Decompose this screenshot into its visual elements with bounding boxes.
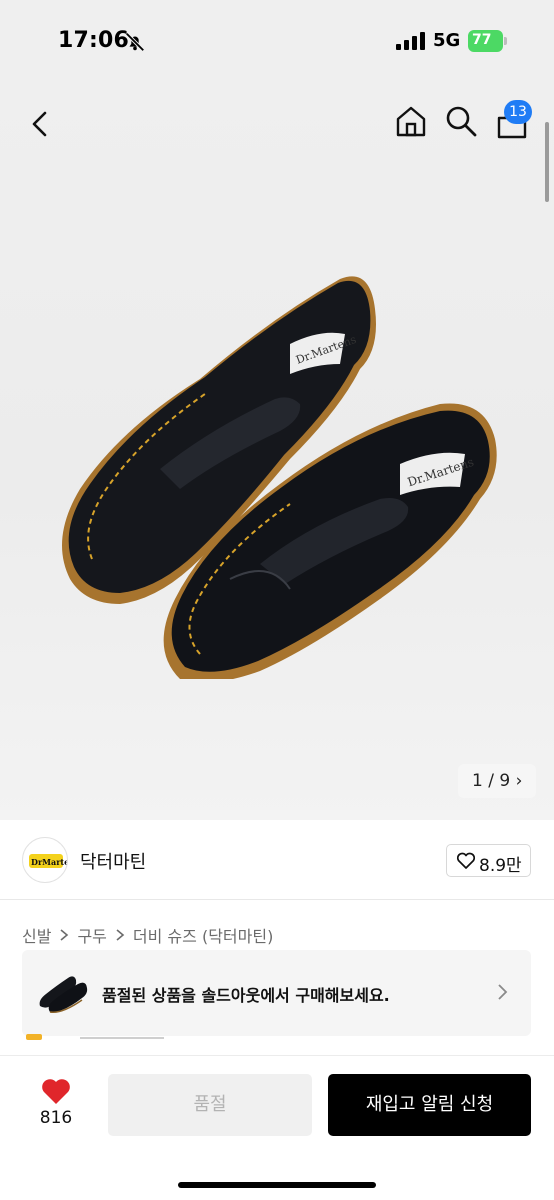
breadcrumb-item[interactable]: 구두 — [77, 923, 106, 947]
battery-level: 77 — [472, 32, 492, 48]
cart-count-badge: 13 — [504, 100, 532, 124]
soldout-banner[interactable]: 품절된 상품을 솔드아웃에서 구매해보세요. — [22, 950, 531, 1036]
bottom-action-bar: 816 품절 재입고 알림 신청 — [0, 1055, 554, 1200]
soldout-button[interactable]: 품절 — [108, 1074, 312, 1136]
brand-like-count: 8.9만 — [479, 856, 522, 876]
brand-logo[interactable]: DrMartens — [22, 837, 68, 883]
brand-row[interactable]: DrMartens 닥터마틴 8.9만 — [0, 820, 554, 900]
product-image-gallery[interactable]: 13 Dr.Martens Dr.Martens 1 / 9 › — [0, 84, 554, 820]
back-arrow-icon[interactable] — [24, 108, 56, 140]
wish-count: 816 — [39, 1108, 73, 1128]
breadcrumb-item[interactable]: 더비 슈즈 (닥터마틴) — [133, 923, 273, 947]
brand-name[interactable]: 닥터마틴 — [80, 848, 146, 874]
bell-slash-icon — [125, 32, 145, 52]
soldout-banner-text: 품절된 상품을 솔드아웃에서 구매해보세요. — [102, 986, 390, 1005]
heart-outline-icon — [456, 852, 476, 869]
chevron-right-icon — [498, 984, 508, 1000]
chevron-right-icon: › — [515, 771, 523, 791]
heart-filled-icon[interactable] — [40, 1076, 72, 1106]
breadcrumb-item[interactable]: 신발 — [22, 923, 51, 947]
network-label: 5G — [433, 30, 461, 51]
banner-product-thumbnail — [39, 976, 88, 1013]
chevron-right-icon — [60, 929, 69, 941]
product-photo: Dr.Martens Dr.Martens — [62, 276, 497, 679]
restock-alert-button[interactable]: 재입고 알림 신청 — [328, 1074, 531, 1136]
divider — [80, 1037, 164, 1039]
signal-icon — [396, 32, 425, 50]
search-icon[interactable] — [444, 104, 478, 138]
brand-logo-image: DrMartens — [29, 854, 68, 868]
home-icon[interactable] — [394, 104, 428, 138]
rating-star-icon — [26, 1034, 42, 1040]
breadcrumb: 신발 구두 더비 슈즈 (닥터마틴) — [22, 924, 273, 946]
chevron-right-icon — [116, 929, 125, 941]
gallery-page-indicator[interactable]: 1 / 9 › — [458, 764, 537, 798]
status-time: 17:06 — [58, 28, 130, 53]
battery-icon: 77 — [468, 30, 508, 52]
status-bar: 17:06 5G 77 — [0, 0, 554, 84]
svg-text:DrMartens: DrMartens — [31, 857, 68, 867]
brand-like-button[interactable]: 8.9만 — [446, 844, 531, 877]
home-indicator[interactable] — [178, 1182, 376, 1188]
scrollbar[interactable] — [545, 122, 549, 202]
